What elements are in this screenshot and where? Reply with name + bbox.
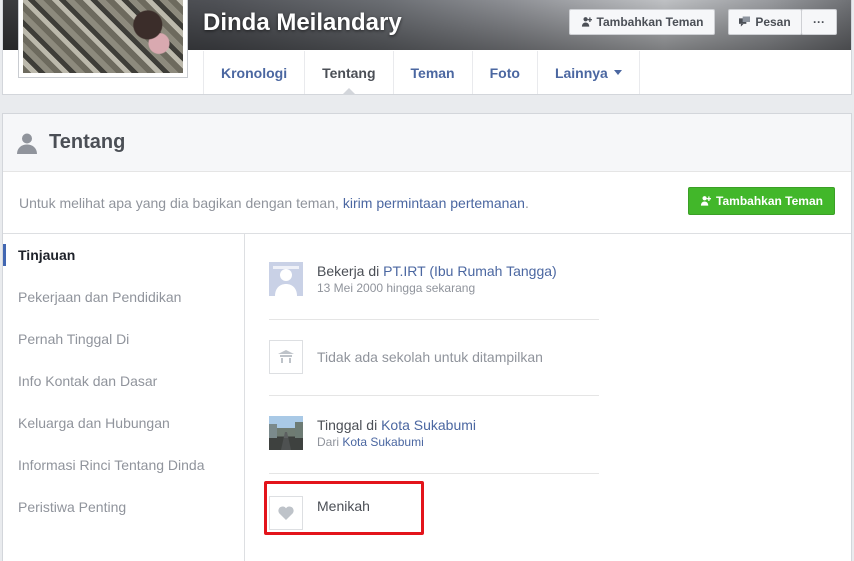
profile-header: Dinda Meilandary Tambahkan Teman Pesan ·… [2, 0, 852, 95]
person-plus-icon [581, 17, 592, 27]
relationship-text: Menikah [317, 496, 370, 516]
add-friend-label: Tambahkan Teman [596, 15, 704, 29]
notice-end: . [524, 194, 529, 211]
about-body: Tinjauan Pekerjaan dan Pendidikan Pernah… [3, 234, 851, 561]
school-icon [269, 340, 303, 374]
work-text: Bekerja di PT.IRT (Ibu Rumah Tangga) 13 … [317, 262, 557, 296]
work-company-link[interactable]: PT.IRT (Ibu Rumah Tangga) [383, 263, 557, 279]
work-prefix: Bekerja di [317, 263, 380, 279]
about-sidebar: Tinjauan Pekerjaan dan Pendidikan Pernah… [3, 234, 245, 561]
notice-text: Untuk melihat apa yang dia bagikan denga… [19, 194, 339, 211]
residence-text: Tinggal di Kota Sukabumi Dari Kota Sukab… [317, 416, 476, 450]
tab-photos[interactable]: Foto [471, 51, 537, 94]
tab-about[interactable]: Tentang [304, 51, 392, 94]
tab-timeline[interactable]: Kronologi [203, 51, 304, 94]
sidebar-item-overview[interactable]: Tinjauan [3, 234, 244, 276]
friend-request-notice: Untuk melihat apa yang dia bagikan denga… [3, 172, 851, 234]
workplace-placeholder-icon [269, 262, 303, 296]
city-photo[interactable] [269, 416, 303, 450]
sidebar-item-work-education[interactable]: Pekerjaan dan Pendidikan [3, 276, 244, 318]
person-plus-icon [700, 196, 712, 206]
sidebar-item-life-events[interactable]: Peristiwa Penting [3, 486, 244, 528]
profile-tabs: Kronologi Tentang Teman Foto Lainnya [203, 51, 640, 94]
sidebar-item-family-relationships[interactable]: Keluarga dan Hubungan [3, 402, 244, 444]
sidebar-item-label: Pernah Tinggal Di [18, 331, 130, 347]
add-friend-green-label: Tambahkan Teman [716, 194, 823, 208]
tab-label: Kronologi [221, 64, 288, 81]
sidebar-item-label: Keluarga dan Hubungan [18, 415, 170, 431]
profile-picture[interactable] [18, 0, 188, 78]
from-prefix: Dari [317, 435, 340, 449]
about-title: Tentang [49, 131, 126, 153]
lives-in-prefix: Tinggal di [317, 417, 378, 433]
ellipsis-icon: ··· [813, 15, 825, 29]
about-section: Tentang Untuk melihat apa yang dia bagik… [2, 113, 852, 561]
sidebar-item-label: Info Kontak dan Dasar [18, 373, 158, 389]
message-label: Pesan [755, 15, 791, 29]
hometown-link[interactable]: Kota Sukabumi [342, 435, 423, 449]
heart-icon [269, 496, 303, 530]
tab-friends[interactable]: Teman [392, 51, 472, 94]
tab-label: Foto [489, 64, 520, 81]
profile-name[interactable]: Dinda Meilandary [203, 9, 402, 37]
sidebar-item-places-lived[interactable]: Pernah Tinggal Di [3, 318, 244, 360]
sidebar-item-label: Peristiwa Penting [18, 499, 127, 515]
add-friend-button[interactable]: Tambahkan Teman [569, 9, 715, 35]
relationship-entry: Menikah [269, 496, 599, 536]
sidebar-item-label: Informasi Rinci Tentang Dinda [18, 457, 205, 473]
residence-entry: Tinggal di Kota Sukabumi Dari Kota Sukab… [269, 416, 599, 474]
sidebar-item-label: Tinjauan [18, 247, 76, 263]
person-silhouette-icon [17, 133, 37, 154]
tab-label: Tentang [322, 64, 376, 81]
sidebar-item-details[interactable]: Informasi Rinci Tentang Dinda [3, 444, 244, 486]
relationship-status: Menikah [317, 498, 370, 514]
work-entry: Bekerja di PT.IRT (Ibu Rumah Tangga) 13 … [269, 262, 599, 320]
workplace-icon[interactable] [269, 262, 303, 296]
sidebar-item-contact-basic[interactable]: Info Kontak dan Dasar [3, 360, 244, 402]
profile-picture-image [23, 0, 183, 73]
work-period: 13 Mei 2000 hingga sekarang [317, 281, 476, 295]
no-school-text: Tidak ada sekolah untuk ditampilkan [317, 349, 543, 365]
heart-glyph [278, 506, 294, 520]
school-entry: Tidak ada sekolah untuk ditampilkan [269, 340, 599, 396]
more-options-button[interactable]: ··· [801, 9, 837, 35]
tab-more[interactable]: Lainnya [536, 51, 640, 94]
tab-label: Teman [410, 64, 455, 81]
tab-label: Lainnya [554, 64, 608, 81]
message-button[interactable]: Pesan [728, 9, 802, 35]
chat-icon [739, 16, 751, 27]
chevron-down-icon [613, 70, 622, 75]
school-glyph [278, 350, 294, 363]
add-friend-green-button[interactable]: Tambahkan Teman [688, 187, 835, 215]
city-street-image [269, 416, 303, 450]
send-friend-request-link[interactable]: kirim permintaan pertemanan [343, 195, 525, 211]
school-text: Tidak ada sekolah untuk ditampilkan [317, 340, 543, 374]
about-header: Tentang [3, 114, 851, 172]
current-city-link[interactable]: Kota Sukabumi [381, 417, 476, 433]
sidebar-item-label: Pekerjaan dan Pendidikan [18, 289, 182, 305]
